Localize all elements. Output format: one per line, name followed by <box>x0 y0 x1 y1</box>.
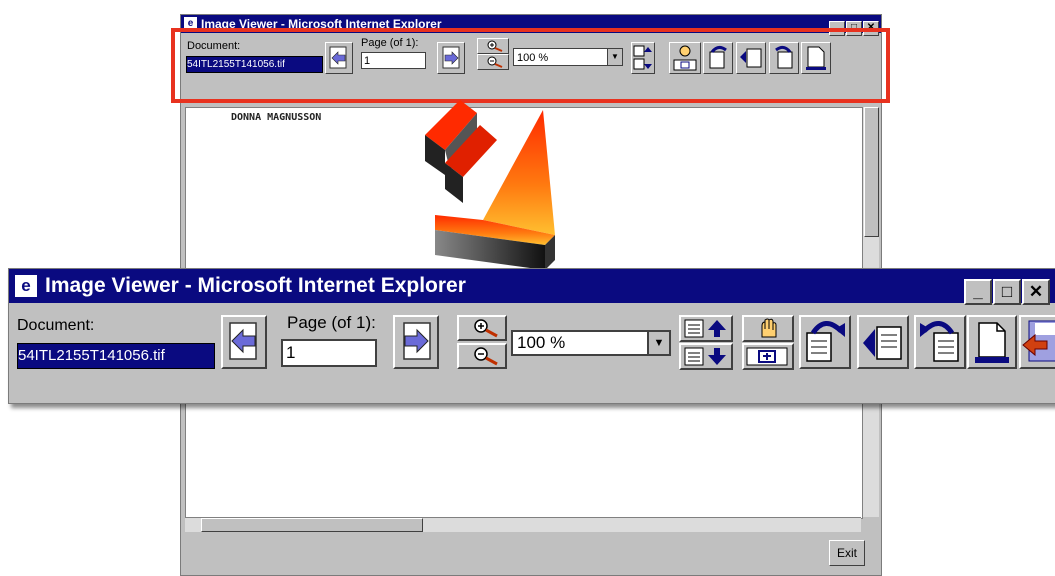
next-page-icon <box>403 322 431 360</box>
document-text: DONNA MAGNUSSON <box>231 112 322 123</box>
flip-button[interactable] <box>857 315 909 369</box>
zoom-select[interactable]: 100 % ▼ <box>511 330 671 356</box>
minimize-button[interactable]: _ <box>964 279 992 305</box>
rotate-right-icon <box>920 321 959 362</box>
rotate-left-icon <box>806 321 845 362</box>
vertical-scroll-thumb[interactable] <box>864 107 879 237</box>
pan-button[interactable] <box>742 315 794 342</box>
maximize-button[interactable]: □ <box>993 279 1021 305</box>
document-field[interactable]: 54ITL2155T141056.tif <box>17 343 215 369</box>
zoom-in-icon <box>474 319 498 338</box>
blank-page-icon <box>975 322 1009 363</box>
ie-logo-icon: e <box>15 275 37 297</box>
scroll-down-icon <box>684 347 726 366</box>
window-title: Image Viewer - Microsoft Internet Explor… <box>45 274 466 297</box>
rotate-left-button[interactable] <box>799 315 851 369</box>
horizontal-scrollbar[interactable] <box>185 517 861 532</box>
chevron-down-icon: ▼ <box>647 332 669 354</box>
zoom-value: 100 % <box>517 333 566 352</box>
title-bar: e Image Viewer - Microsoft Internet Expl… <box>9 269 1055 305</box>
flip-icon <box>863 326 902 360</box>
save-icon <box>1022 320 1055 362</box>
page-input[interactable]: 1 <box>281 339 377 367</box>
blank-page-button[interactable] <box>967 315 1017 369</box>
scroll-up-button[interactable] <box>679 315 733 342</box>
exit-button[interactable]: Exit <box>829 540 865 566</box>
zoom-out-icon <box>474 347 498 366</box>
zoom-arrow-graphic <box>425 100 555 270</box>
horizontal-scroll-thumb[interactable] <box>201 518 423 532</box>
close-button[interactable]: ✕ <box>1022 279 1050 305</box>
document-label: Document: <box>17 317 95 334</box>
zoom-out-button[interactable] <box>457 343 507 369</box>
scroll-down-button[interactable] <box>679 343 733 370</box>
scroll-up-icon <box>684 319 726 338</box>
page-label: Page (of 1): <box>287 313 376 332</box>
fit-page-button[interactable] <box>742 343 794 370</box>
rotate-right-button[interactable] <box>914 315 966 369</box>
zoom-in-button[interactable] <box>457 315 507 341</box>
save-button[interactable] <box>1019 315 1055 369</box>
highlight-frame <box>171 28 890 103</box>
prev-page-icon <box>229 322 257 360</box>
fit-page-icon <box>746 347 788 366</box>
hand-pan-icon <box>761 318 777 338</box>
next-page-button[interactable] <box>393 315 439 369</box>
image-viewer-window-zoomed: e Image Viewer - Microsoft Internet Expl… <box>8 268 1055 404</box>
prev-page-button[interactable] <box>221 315 267 369</box>
